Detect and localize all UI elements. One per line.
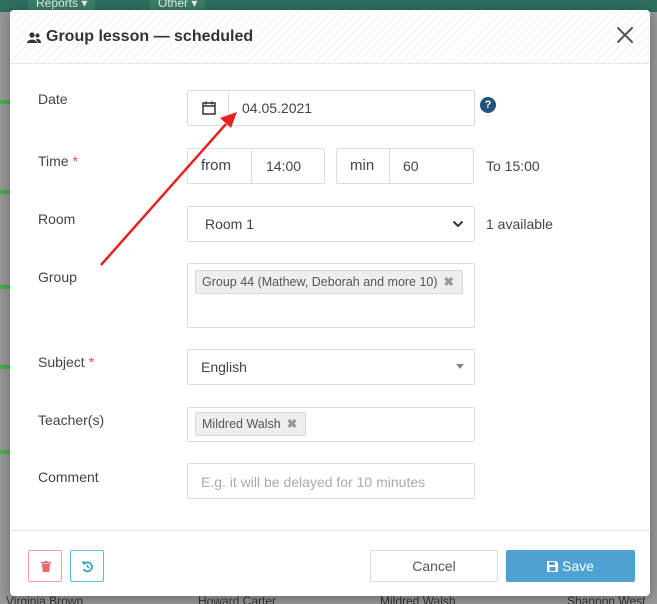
time-from-group: from 14:00 [187, 148, 325, 184]
tag-remove-icon[interactable]: ✖ [444, 275, 454, 289]
subject-value: English [201, 359, 247, 375]
time-from-input[interactable]: 14:00 [266, 158, 301, 174]
min-label: min [350, 157, 375, 174]
group-label: Group [38, 269, 77, 285]
caret-down-icon [456, 364, 464, 369]
subject-label: Subject * [38, 354, 95, 370]
room-value: Room 1 [205, 216, 255, 232]
dialog-title: Group lesson — scheduled [46, 27, 254, 45]
room-label: Room [38, 211, 76, 227]
calendar-icon [202, 101, 216, 115]
save-button[interactable]: Save [506, 550, 635, 582]
delete-button[interactable] [28, 550, 62, 582]
room-availability: 1 available [486, 216, 553, 232]
group-tag: Group 44 (Mathew, Deborah and more 10) ✖ [195, 270, 464, 294]
teachers-label: Teacher(s) [38, 412, 105, 428]
other-menu: Other ▾ [150, 0, 206, 10]
comment-label: Comment [38, 469, 99, 485]
date-field[interactable]: 04.05.2021 [187, 90, 475, 126]
cancel-button[interactable]: Cancel [370, 550, 498, 582]
group-lesson-dialog: Group lesson — scheduled Date 04.05.2021… [10, 10, 650, 596]
undo-icon [81, 561, 93, 573]
group-multiselect[interactable]: Group 44 (Mathew, Deborah and more 10) ✖ [187, 263, 475, 328]
group-icon [27, 31, 41, 43]
teacher-tag: Mildred Walsh ✖ [195, 412, 307, 436]
help-icon[interactable]: ? [480, 97, 496, 113]
duration-group: min 60 [336, 148, 474, 184]
tag-remove-icon[interactable]: ✖ [287, 417, 297, 431]
date-value: 04.05.2021 [242, 100, 313, 116]
chevron-down-icon [452, 220, 464, 228]
time-label: Time * [38, 153, 79, 169]
reset-button[interactable] [70, 550, 104, 582]
floppy-disk-icon [547, 561, 559, 572]
calendar-button[interactable] [188, 91, 229, 125]
room-select[interactable]: Room 1 [187, 206, 475, 242]
dialog-footer: Cancel Save [10, 530, 650, 596]
end-time-text: To 15:00 [486, 158, 540, 174]
subject-select[interactable]: English [187, 349, 475, 385]
dialog-header: Group lesson — scheduled [10, 10, 650, 64]
from-label: from [201, 157, 231, 174]
comment-input[interactable]: E.g. it will be delayed for 10 minutes [187, 463, 475, 499]
date-label: Date [38, 91, 68, 107]
teachers-multiselect[interactable]: Mildred Walsh ✖ [187, 407, 475, 442]
reports-menu: Reports ▾ [28, 0, 96, 10]
close-icon[interactable] [614, 24, 636, 46]
duration-input[interactable]: 60 [403, 158, 419, 174]
comment-placeholder: E.g. it will be delayed for 10 minutes [201, 474, 426, 490]
trash-icon [41, 561, 51, 572]
